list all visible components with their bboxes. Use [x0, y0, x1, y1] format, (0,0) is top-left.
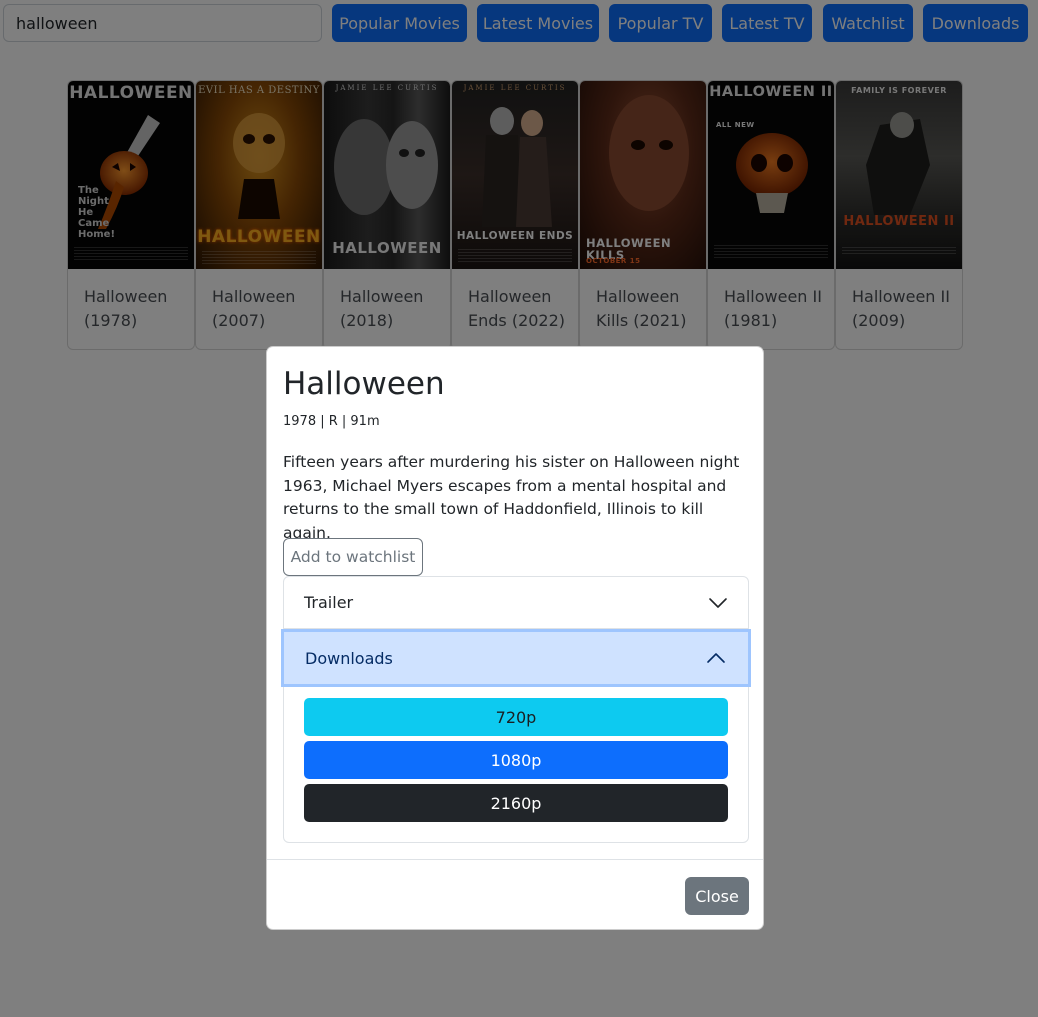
movie-meta: 1978 | R | 91m	[283, 414, 380, 429]
accordion-trailer-label: Trailer	[304, 593, 354, 612]
accordion-trailer-header[interactable]: Trailer	[284, 577, 748, 629]
close-button[interactable]: Close	[685, 877, 749, 915]
accordion-downloads-header[interactable]: Downloads	[281, 629, 751, 687]
download-2160p-button[interactable]: 2160p	[304, 784, 728, 822]
movie-detail-modal: Halloween 1978 | R | 91m Fifteen years a…	[266, 346, 764, 930]
chevron-down-icon	[709, 597, 727, 608]
modal-footer-divider	[267, 859, 763, 860]
download-1080p-button[interactable]: 1080p	[304, 741, 728, 779]
add-to-watchlist-button[interactable]: Add to watchlist	[283, 538, 423, 576]
download-720p-button[interactable]: 720p	[304, 698, 728, 736]
accordion: Trailer Downloads 720p 1080p 2160p	[281, 576, 751, 843]
chevron-up-icon	[707, 653, 725, 663]
modal-title: Halloween	[283, 366, 445, 402]
movie-description: Fifteen years after murdering his sister…	[283, 453, 740, 542]
accordion-downloads-label: Downloads	[305, 648, 393, 668]
